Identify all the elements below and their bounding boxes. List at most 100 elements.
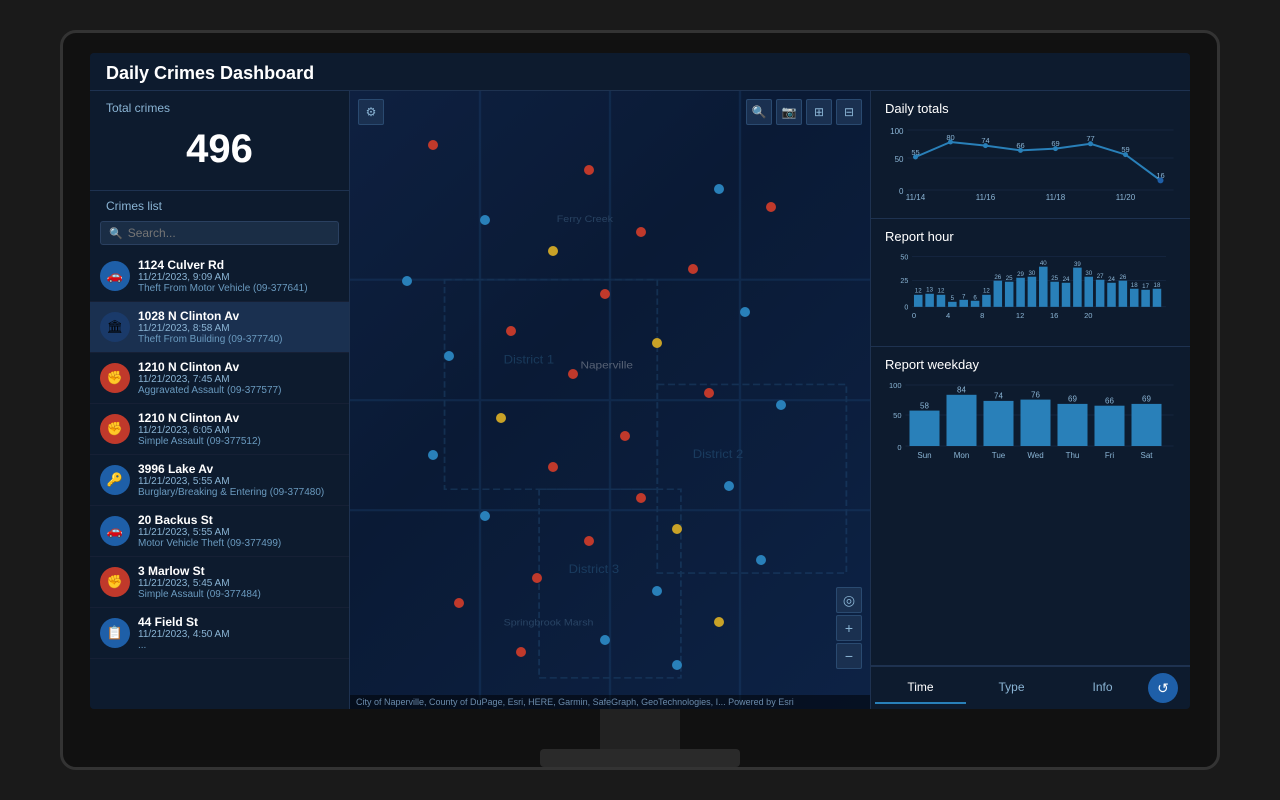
list-item[interactable]: 🚗 20 Backus St 11/21/2023, 5:55 AM Motor…	[90, 506, 349, 557]
search-box[interactable]: 🔍	[100, 221, 339, 245]
crime-type: Simple Assault (09-377512)	[138, 436, 339, 447]
svg-text:Tue: Tue	[992, 451, 1006, 460]
svg-text:26: 26	[1119, 274, 1126, 281]
map-crime-dot[interactable]	[454, 598, 464, 608]
crime-type: Motor Vehicle Theft (09-377499)	[138, 538, 339, 549]
dashboard-title: Daily Crimes Dashboard	[90, 53, 1190, 91]
svg-text:Naperville: Naperville	[580, 360, 632, 371]
svg-text:6: 6	[973, 294, 977, 301]
map-grid-btn[interactable]: ⊟	[836, 99, 862, 125]
map-controls: ◎ + −	[836, 587, 862, 669]
crime-info: 1210 N Clinton Av 11/21/2023, 6:05 AM Si…	[138, 411, 339, 447]
map-search-btn[interactable]: 🔍	[746, 99, 772, 125]
crime-info: 3996 Lake Av 11/21/2023, 5:55 AM Burglar…	[138, 462, 339, 498]
map-crime-dot[interactable]	[444, 351, 454, 361]
tab-time[interactable]: Time	[875, 672, 966, 704]
crime-datetime: 11/21/2023, 5:55 AM	[138, 527, 339, 538]
list-item[interactable]: 🏛 1028 N Clinton Av 11/21/2023, 8:58 AM …	[90, 302, 349, 353]
map-crime-dot[interactable]	[428, 450, 438, 460]
map-crime-dot[interactable]	[652, 586, 662, 596]
tab-info[interactable]: Info	[1057, 672, 1148, 704]
map-crime-dot[interactable]	[652, 338, 662, 348]
refresh-button[interactable]: ↺	[1148, 673, 1178, 703]
svg-text:8: 8	[980, 311, 984, 320]
map-crime-dot[interactable]	[548, 462, 558, 472]
list-item[interactable]: 🔑 3996 Lake Av 11/21/2023, 5:55 AM Burgl…	[90, 455, 349, 506]
map-crime-dot[interactable]	[600, 635, 610, 645]
svg-text:50: 50	[895, 155, 904, 164]
list-item[interactable]: ✊ 3 Marlow St 11/21/2023, 5:45 AM Simple…	[90, 557, 349, 608]
svg-text:69: 69	[1142, 395, 1151, 404]
map-crime-dot[interactable]	[480, 215, 490, 225]
map-filter-btn[interactable]: ⚙	[358, 99, 384, 125]
daily-totals-chart: 100 50 0	[885, 122, 1176, 212]
crime-info: 3 Marlow St 11/21/2023, 5:45 AM Simple A…	[138, 564, 339, 600]
list-item[interactable]: ✊ 1210 N Clinton Av 11/21/2023, 7:45 AM …	[90, 353, 349, 404]
crime-address: 1210 N Clinton Av	[138, 411, 339, 425]
map-crime-dot[interactable]	[600, 289, 610, 299]
svg-text:17: 17	[1142, 283, 1149, 290]
map-crime-dot[interactable]	[704, 388, 714, 398]
daily-totals-title: Daily totals	[885, 101, 1176, 116]
svg-text:12: 12	[983, 288, 990, 295]
svg-text:24: 24	[1063, 276, 1070, 283]
crime-address: 1210 N Clinton Av	[138, 360, 339, 374]
map-crime-dot[interactable]	[714, 184, 724, 194]
svg-text:11/20: 11/20	[1116, 193, 1136, 202]
crime-address: 3996 Lake Av	[138, 462, 339, 476]
report-weekday-svg: 100 50 0	[885, 378, 1176, 488]
svg-text:20: 20	[1084, 311, 1092, 320]
map-crime-dot[interactable]	[506, 326, 516, 336]
svg-text:11/16: 11/16	[976, 193, 996, 202]
svg-text:50: 50	[900, 253, 908, 261]
crime-datetime: 11/21/2023, 4:50 AM	[138, 629, 339, 640]
crime-type: Simple Assault (09-377484)	[138, 589, 339, 600]
map-zoom-out-btn[interactable]: −	[836, 643, 862, 669]
left-panel: Total crimes 496 Crimes list 🔍 🚗 1124 Cu…	[90, 91, 350, 709]
svg-text:Sun: Sun	[917, 451, 931, 460]
search-icon: 🔍	[109, 227, 123, 240]
svg-text:District 3: District 3	[569, 563, 620, 576]
map-crime-dot[interactable]	[636, 493, 646, 503]
report-hour-title: Report hour	[885, 229, 1176, 244]
list-item[interactable]: ✊ 1210 N Clinton Av 11/21/2023, 6:05 AM …	[90, 404, 349, 455]
svg-text:Wed: Wed	[1027, 451, 1043, 460]
svg-text:0: 0	[899, 187, 904, 196]
report-weekday-title: Report weekday	[885, 357, 1176, 372]
svg-text:39: 39	[1074, 261, 1081, 268]
monitor-stand-base	[540, 749, 740, 767]
map-screenshot-btn[interactable]: 📷	[776, 99, 802, 125]
svg-text:11/18: 11/18	[1046, 193, 1066, 202]
crime-info: 1124 Culver Rd 11/21/2023, 9:09 AM Theft…	[138, 258, 339, 294]
crime-datetime: 11/21/2023, 6:05 AM	[138, 425, 339, 436]
svg-text:30: 30	[1028, 270, 1035, 277]
list-item[interactable]: 🚗 1124 Culver Rd 11/21/2023, 9:09 AM The…	[90, 251, 349, 302]
map-crime-dot[interactable]	[756, 555, 766, 565]
map-roads-svg: District 1 District 2 District 3 Napervi…	[350, 91, 870, 709]
map-crime-dot[interactable]	[714, 617, 724, 627]
search-input[interactable]	[128, 226, 330, 240]
map-locate-btn[interactable]: ◎	[836, 587, 862, 613]
crime-type: Theft From Motor Vehicle (09-377641)	[138, 283, 339, 294]
total-crimes-number: 496	[106, 119, 333, 180]
crime-address: 20 Backus St	[138, 513, 339, 527]
svg-text:18: 18	[1131, 282, 1138, 289]
svg-text:66: 66	[1105, 397, 1114, 406]
map-crime-dot[interactable]	[548, 246, 558, 256]
svg-text:84: 84	[957, 386, 966, 395]
tab-type[interactable]: Type	[966, 672, 1057, 704]
map-crime-dot[interactable]	[496, 413, 506, 423]
map-list-btn[interactable]: ⊞	[806, 99, 832, 125]
map-crime-dot[interactable]	[636, 227, 646, 237]
map-zoom-in-btn[interactable]: +	[836, 615, 862, 641]
svg-text:12: 12	[1016, 311, 1024, 320]
crime-info: 1210 N Clinton Av 11/21/2023, 7:45 AM Ag…	[138, 360, 339, 396]
crime-icon: 🏛	[100, 312, 130, 342]
map-area[interactable]: District 1 District 2 District 3 Napervi…	[350, 91, 870, 709]
map-crime-dot[interactable]	[724, 481, 734, 491]
svg-text:Mon: Mon	[954, 451, 970, 460]
svg-text:24: 24	[1108, 276, 1115, 283]
list-item[interactable]: 📋 44 Field St 11/21/2023, 4:50 AM ...	[90, 608, 349, 659]
svg-text:District 1: District 1	[504, 353, 555, 366]
svg-text:26: 26	[994, 274, 1001, 281]
